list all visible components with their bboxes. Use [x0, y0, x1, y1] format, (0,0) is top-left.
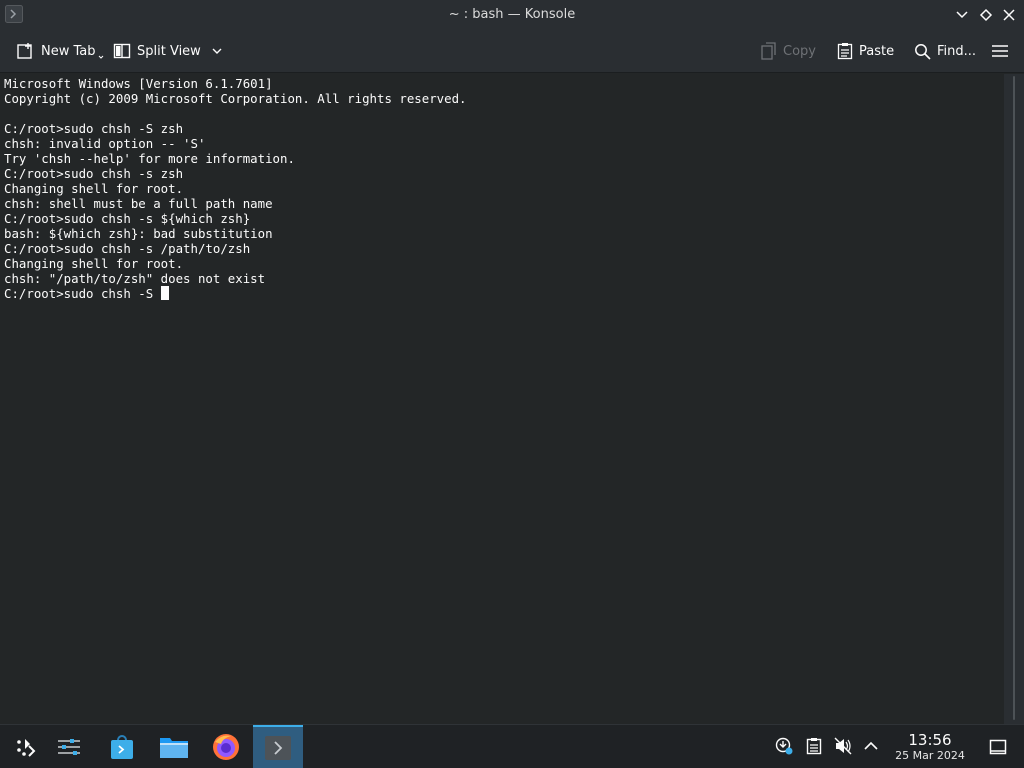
application-launcher[interactable]	[0, 725, 50, 768]
volume-muted-icon[interactable]	[834, 737, 852, 755]
terminal-line: C:/root>sudo chsh -s /path/to/zsh	[4, 241, 251, 256]
discover-store-icon	[111, 735, 133, 759]
diamond-icon[interactable]	[977, 6, 995, 24]
terminal-line: bash: ${which zsh}: bad substitution	[4, 226, 273, 241]
chevron-up-icon[interactable]	[862, 737, 880, 755]
terminal-line: Changing shell for root.	[4, 256, 184, 271]
terminal-line: C:/root>sudo chsh -S zsh	[4, 121, 184, 136]
copy-button[interactable]: Copy	[761, 40, 816, 62]
folder-icon	[160, 738, 188, 758]
toolbar: New Tab Split View Copy Paste Find...	[0, 30, 1024, 73]
terminal-output: Microsoft Windows [Version 6.1.7601] Cop…	[4, 76, 1004, 301]
hamburger-menu-icon	[992, 45, 1008, 57]
taskbar-discover[interactable]	[97, 725, 147, 768]
taskbar-system-settings[interactable]	[44, 725, 94, 768]
chevron-down-icon	[98, 55, 103, 59]
taskbar-dolphin[interactable]	[149, 725, 199, 768]
terminal-line: Changing shell for root.	[4, 181, 184, 196]
terminal-line: chsh: shell must be a full path name	[4, 196, 273, 211]
split-view-icon	[113, 43, 131, 59]
konsole-icon	[265, 736, 291, 760]
clock-time: 13:56	[908, 731, 952, 749]
chevron-down-icon[interactable]	[953, 6, 971, 24]
terminal-view[interactable]: Microsoft Windows [Version 6.1.7601] Cop…	[0, 74, 1004, 724]
taskbar-konsole[interactable]	[253, 725, 303, 768]
window-title: ~ : bash — Konsole	[448, 7, 576, 22]
taskbar-firefox[interactable]	[201, 725, 251, 768]
split-view-button[interactable]: Split View	[113, 40, 229, 62]
terminal-line: chsh: "/path/to/zsh" does not exist	[4, 271, 266, 286]
terminal-scrollbar[interactable]	[1004, 74, 1024, 724]
terminal-line: chsh: invalid option -- 'S'	[4, 136, 206, 151]
find-button[interactable]: Find...	[914, 40, 976, 62]
title-bar: ~ : bash — Konsole	[0, 0, 1024, 30]
chevron-down-icon[interactable]	[211, 45, 223, 57]
copy-icon	[761, 42, 776, 60]
show-desktop-icon[interactable]	[989, 738, 1007, 756]
clock-date: 25 Mar 2024	[895, 749, 965, 762]
terminal-line: C:/root>sudo chsh -s zsh	[4, 166, 184, 181]
scrollbar-track[interactable]	[1013, 76, 1015, 720]
terminal-line: Try 'chsh --help' for more information.	[4, 151, 295, 166]
copy-label: Copy	[783, 43, 816, 59]
terminal-cursor	[160, 286, 169, 300]
paste-button[interactable]: Paste	[837, 40, 894, 62]
paste-label: Paste	[859, 43, 895, 59]
menu-button[interactable]	[991, 40, 1015, 62]
terminal-line: C:/root>sudo chsh -s ${which zsh}	[4, 211, 251, 226]
update-notifier-icon[interactable]	[775, 737, 793, 755]
kde-launcher-icon	[17, 739, 36, 757]
close-icon[interactable]	[1000, 6, 1018, 24]
new-tab-label: New Tab	[41, 43, 96, 59]
terminal-line: Microsoft Windows [Version 6.1.7601]	[4, 76, 273, 91]
new-tab-button[interactable]: New Tab	[16, 40, 104, 62]
firefox-icon	[213, 734, 239, 760]
clipboard-icon[interactable]	[805, 737, 823, 755]
taskbar: 13:56 25 Mar 2024	[0, 724, 1024, 768]
terminal-line: Copyright (c) 2009 Microsoft Corporation…	[4, 91, 467, 106]
settings-sliders-icon	[58, 739, 80, 755]
digital-clock[interactable]: 13:56 25 Mar 2024	[888, 731, 972, 763]
terminal-prompt-line[interactable]: C:/root>sudo chsh -S	[4, 286, 161, 301]
find-label: Find...	[937, 43, 977, 59]
paste-icon	[837, 43, 853, 60]
search-icon	[915, 43, 931, 60]
new-tab-icon	[17, 42, 32, 59]
split-view-label: Split View	[137, 43, 201, 59]
